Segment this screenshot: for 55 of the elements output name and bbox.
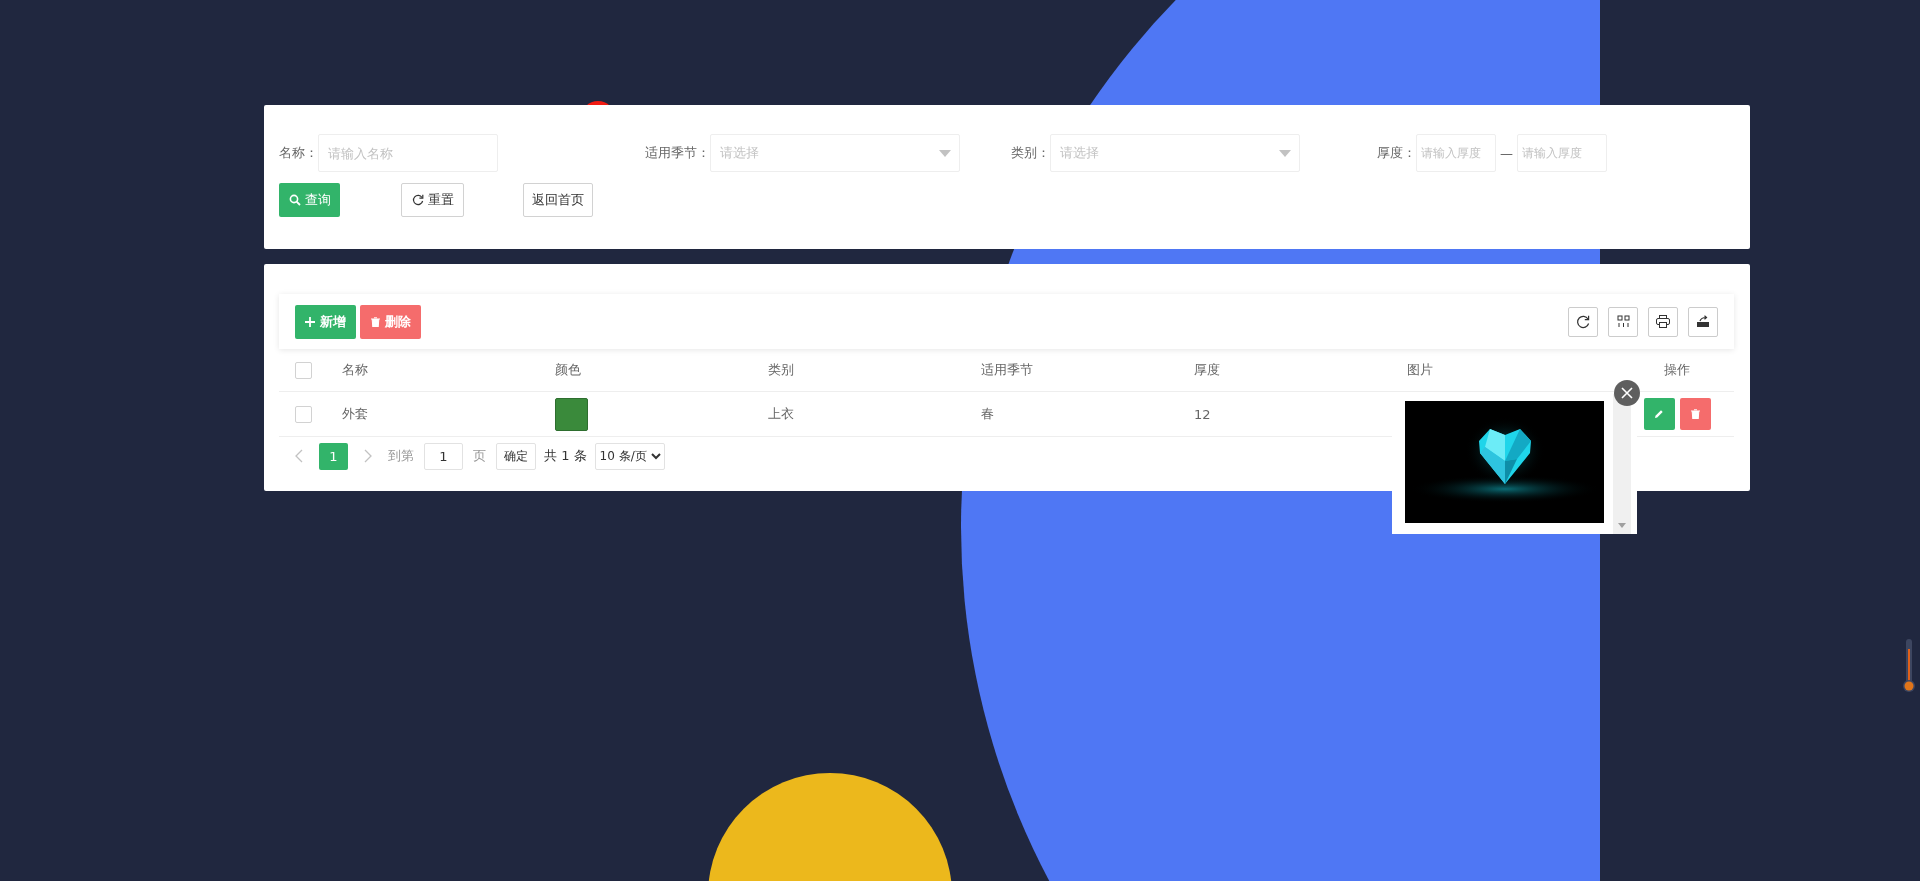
- printer-icon: [1656, 315, 1670, 328]
- thermometer-icon: [1902, 638, 1916, 694]
- table-cell: 上衣: [768, 405, 794, 423]
- column-header: 图片: [1407, 361, 1433, 379]
- page-size-select[interactable]: 10 条/页: [594, 442, 665, 470]
- add-button[interactable]: 新增: [295, 304, 356, 339]
- field-label: 厚度：: [1377, 144, 1416, 162]
- reset-button[interactable]: 重置: [401, 183, 464, 217]
- previous-page-icon[interactable]: [295, 449, 303, 463]
- page-label: 页: [473, 447, 486, 465]
- total-count: 共 1 条: [544, 447, 587, 465]
- column-header: 颜色: [555, 361, 581, 379]
- dropdown-caret-icon: [939, 149, 951, 157]
- column-header: 操作: [1664, 361, 1690, 379]
- checkbox[interactable]: [295, 361, 312, 379]
- select-field[interactable]: 请选择: [1050, 134, 1300, 172]
- goto-label: 到第: [388, 447, 414, 465]
- edit-button[interactable]: [1643, 398, 1675, 430]
- close-icon: [1621, 387, 1633, 399]
- column-header: 类别: [768, 361, 794, 379]
- refresh-icon: [411, 194, 424, 206]
- select-field[interactable]: 请选择: [710, 134, 960, 172]
- search-button[interactable]: 查询: [279, 183, 340, 217]
- field-label: 名称：: [279, 144, 318, 162]
- export-button[interactable]: [1688, 306, 1718, 337]
- delete-row-button[interactable]: [1679, 398, 1711, 430]
- column-header: 适用季节: [981, 361, 1033, 379]
- confirm-button[interactable]: 确定: [496, 442, 536, 470]
- next-page-icon[interactable]: [364, 449, 372, 463]
- checkbox[interactable]: [295, 405, 312, 423]
- pencil-icon: [1654, 409, 1664, 419]
- table-cell: 12: [1194, 406, 1211, 422]
- grid-icon: [1616, 315, 1630, 328]
- dropdown-caret-icon: [1279, 149, 1291, 157]
- trash-icon: [1690, 409, 1700, 419]
- refresh-icon: [1576, 314, 1590, 329]
- search-icon: [288, 194, 301, 206]
- column-header: 厚度: [1194, 361, 1220, 379]
- table-cell: 春: [981, 405, 994, 423]
- print-button[interactable]: [1648, 306, 1678, 337]
- column-header: 名称: [342, 361, 368, 379]
- delete-button[interactable]: 删除: [360, 304, 421, 339]
- range-separator: —: [1500, 145, 1513, 161]
- columns-button[interactable]: [1608, 306, 1638, 337]
- scroll-down-arrow-icon[interactable]: [1618, 523, 1626, 528]
- field-label: 类别：: [1011, 144, 1050, 162]
- field-label: 适用季节：: [645, 144, 710, 162]
- plus-icon: [305, 316, 315, 327]
- refresh-button[interactable]: [1568, 306, 1598, 337]
- page-input[interactable]: 1: [424, 442, 463, 470]
- home-button[interactable]: 返回首页: [523, 183, 593, 217]
- table-cell: 外套: [342, 405, 368, 423]
- trash-icon: [370, 316, 380, 327]
- export-icon: [1696, 315, 1710, 328]
- page-number[interactable]: 1: [319, 442, 348, 470]
